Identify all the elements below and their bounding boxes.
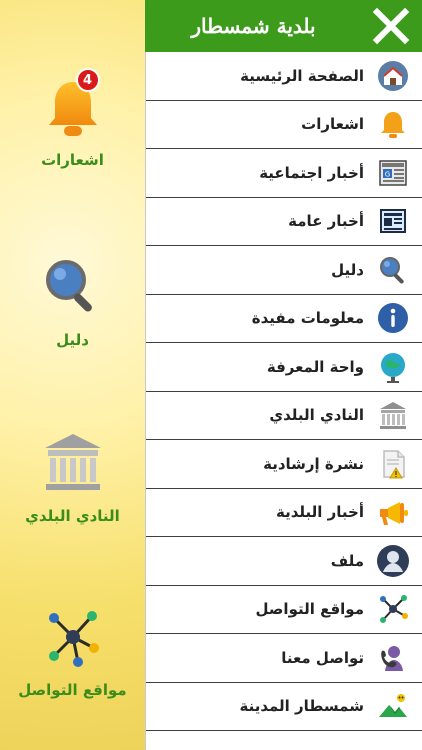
notification-badge: 4	[75, 68, 100, 92]
menu-item-label: أخبار البلدية	[276, 503, 364, 522]
globe-icon	[376, 350, 410, 384]
search-icon	[38, 252, 108, 322]
menu-item-label: نشرة إرشادية	[263, 454, 364, 473]
landscape-icon	[376, 689, 410, 723]
info-icon	[376, 301, 410, 335]
menu-item-label: مواقع التواصل	[255, 600, 364, 619]
menu-item-general-news[interactable]: أخبار عامة	[146, 198, 422, 246]
top-bar: بلدية شمسطار	[145, 0, 422, 52]
menu-item-label: دليل	[331, 260, 364, 279]
menu-item-contact-us[interactable]: تواصل معنا	[146, 634, 422, 683]
bg-tile-label: النادي البلدي	[25, 507, 120, 525]
menu-item-label: واحة المعرفة	[266, 357, 364, 376]
background-dashboard-panel: 4 اشعارات دليل النادي البلدي مواقع التوا…	[0, 0, 145, 750]
menu-item-label: ملف	[330, 551, 364, 570]
menu-item-directory[interactable]: دليل	[146, 246, 422, 295]
menu-item-city[interactable]: شمسطار المدينة	[146, 683, 422, 731]
bg-tile-label: مواقع التواصل	[18, 681, 127, 699]
bg-tile-directory: دليل	[0, 252, 145, 349]
newspaper-icon	[376, 204, 410, 238]
menu-item-label: الصفحة الرئيسية	[240, 66, 364, 85]
menu-item-knowledge-oasis[interactable]: واحة المعرفة	[146, 343, 422, 392]
menu-item-municipal-club[interactable]: النادي البلدي	[146, 392, 422, 440]
profile-icon	[376, 544, 410, 578]
search-icon	[376, 253, 410, 287]
contact-icon	[376, 641, 410, 675]
bell-icon	[376, 107, 410, 141]
bg-tile-municipal-club: النادي البلدي	[0, 428, 145, 525]
menu-item-label: شمسطار المدينة	[239, 697, 364, 716]
menu-item-social-sites[interactable]: مواقع التواصل	[146, 586, 422, 634]
bg-tile-label: دليل	[56, 331, 89, 349]
document-warning-icon	[376, 447, 410, 481]
side-menu: الصفحة الرئيسية اشعارات أخبار اجتماعية G…	[145, 52, 422, 750]
institution-icon	[376, 398, 410, 432]
menu-item-label: معلومات مفيدة	[251, 309, 364, 328]
network-icon	[38, 602, 108, 672]
svg-text:G: G	[385, 170, 390, 178]
bg-tile-label: اشعارات	[41, 151, 104, 169]
close-icon	[372, 7, 410, 45]
megaphone-icon	[376, 495, 410, 529]
menu-item-useful-info[interactable]: معلومات مفيدة	[146, 295, 422, 343]
home-icon	[376, 59, 410, 93]
bell-icon: 4	[38, 68, 108, 142]
menu-item-label: أخبار عامة	[288, 212, 364, 231]
newspaper-g-icon: G	[376, 156, 410, 190]
bg-tile-notifications: 4 اشعارات	[0, 68, 145, 169]
menu-item-profile[interactable]: ملف	[146, 537, 422, 586]
menu-item-social-news[interactable]: أخبار اجتماعية G	[146, 149, 422, 198]
bg-tile-social: مواقع التواصل	[0, 602, 145, 699]
close-button[interactable]	[360, 0, 422, 52]
menu-item-label: النادي البلدي	[269, 406, 364, 425]
menu-item-notifications[interactable]: اشعارات	[146, 101, 422, 149]
network-icon	[376, 592, 410, 626]
menu-item-label: أخبار اجتماعية	[259, 163, 364, 182]
page-title: بلدية شمسطار	[191, 14, 316, 38]
institution-icon	[38, 428, 108, 498]
menu-item-label: اشعارات	[301, 115, 364, 134]
menu-item-home[interactable]: الصفحة الرئيسية	[146, 52, 422, 101]
menu-item-municipality-news[interactable]: أخبار البلدية	[146, 489, 422, 537]
menu-item-guidance-bulletin[interactable]: نشرة إرشادية	[146, 440, 422, 489]
menu-item-label: تواصل معنا	[281, 648, 364, 667]
